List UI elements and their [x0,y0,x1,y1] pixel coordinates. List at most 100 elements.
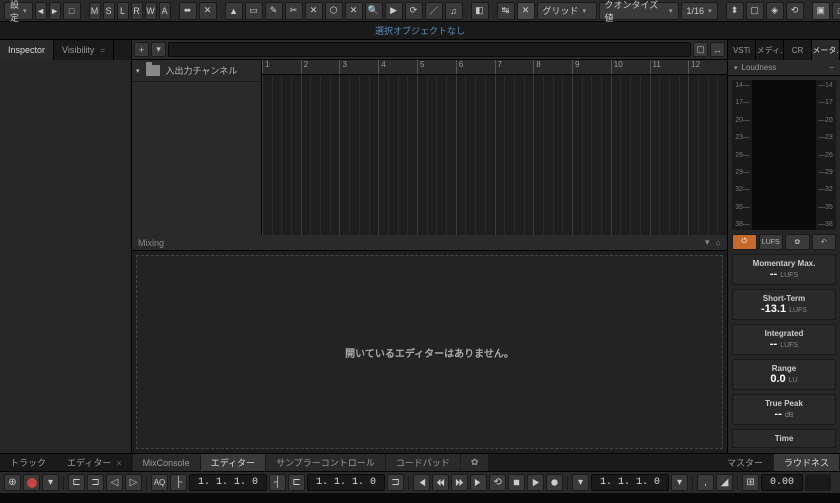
settings-dropdown[interactable]: 設定 [4,2,33,20]
mute-button[interactable]: M [89,2,101,20]
add-track-button[interactable]: + [134,42,149,57]
precount-button[interactable]: ▾ [42,474,59,491]
read-button[interactable]: R [131,2,143,20]
time-format-button[interactable]: ▾ [572,474,589,491]
history-fwd-button[interactable]: ► [49,2,61,20]
punch-in-button[interactable]: ◁ [106,474,123,491]
arrow-tool[interactable]: ▲ [225,2,243,20]
divider-dropdown-icon[interactable]: ▾ [705,237,710,248]
aq-button[interactable]: AQ [151,474,168,491]
cycle-prev-button[interactable]: ⊏ [288,474,305,491]
split-tool[interactable]: ✕ [305,2,323,20]
level-display[interactable]: 0.00 [761,474,803,491]
glue-tool[interactable]: ⬡ [325,2,343,20]
editor-tab[interactable]: エディター [201,454,265,471]
master-tab[interactable]: マスター [717,454,773,471]
event-grid[interactable] [262,75,727,235]
zone-bottom-button[interactable]: □ [832,2,840,20]
divider-bar[interactable]: Mixing ▾ ○ [132,235,727,251]
meter-tab[interactable]: メータ. [812,40,840,60]
goto-start-button[interactable] [413,474,430,491]
close-icon[interactable]: × [116,458,121,468]
primary-time-display[interactable]: 1. 1. 1. 0 [591,474,669,491]
misc-tool-3[interactable]: ◈ [766,2,784,20]
arrange-area[interactable]: 123456789101112 [262,60,727,235]
play-button[interactable] [527,474,544,491]
listen-button[interactable]: L [117,2,129,20]
marker-r-button[interactable]: ⊐ [87,474,104,491]
cycle-next-button[interactable]: ⊐ [387,474,404,491]
lufs-button[interactable]: LUFS [759,234,784,250]
track-config-button[interactable]: ▾ [151,42,166,57]
snap-toggle[interactable]: ✕ [517,2,535,20]
tempo-sym-button[interactable]: , [697,474,714,491]
tool-constrain-button[interactable]: ⬌ [179,2,197,20]
zone-left-button[interactable]: ▣ [812,2,830,20]
io-channel-folder[interactable]: ▾ 入出力チャンネル [132,60,261,82]
misc-tool-4[interactable]: ⟲ [786,2,804,20]
comp-tool[interactable]: ▶ [385,2,403,20]
stop-button[interactable] [508,474,525,491]
time-next-button[interactable]: ▾ [671,474,688,491]
vsti-tab[interactable]: VSTi [728,40,756,60]
draw-tool[interactable]: ✎ [265,2,283,20]
tool-crossfade-button[interactable]: ✕ [199,2,217,20]
tab-settings-button[interactable]: ✿ [461,454,489,471]
panel-toggle-button[interactable]: □ [63,2,81,20]
mute-tool[interactable]: ✕ [345,2,363,20]
range-tool[interactable]: ▭ [245,2,263,20]
punch-button[interactable] [23,474,40,491]
meter-settings-button[interactable]: ✿ [785,234,810,250]
record-button[interactable] [546,474,563,491]
inspector-tab[interactable]: Inspector [0,40,54,60]
visibility-tab[interactable]: Visibility= [54,40,114,60]
mixconsole-tab[interactable]: MixConsole [133,454,200,471]
play-tool[interactable]: ♫ [445,2,463,20]
misc-tool-1[interactable]: ⬍ [726,2,744,20]
line-tool[interactable]: ／ [425,2,443,20]
nudge-button[interactable]: ↹ [497,2,515,20]
ruler-mark: 12 [688,60,700,74]
chord-pad-tab[interactable]: コードパッド [386,454,460,471]
zoom-tool[interactable]: 🔍 [365,2,383,20]
timeline-ruler[interactable]: 123456789101112 [262,60,727,75]
locator-next-button[interactable]: ┤ [269,474,286,491]
write-button[interactable]: W [145,2,157,20]
left-locator-display[interactable]: 1. 1. 1. 0 [189,474,267,491]
constrain-button[interactable]: ⊕ [4,474,21,491]
editor-left-tab[interactable]: エディター× [57,454,132,471]
cycle-button[interactable]: ⟲ [489,474,506,491]
color-tool[interactable]: ◧ [471,2,489,20]
quantize-value-dropdown[interactable]: 1/16 [681,2,718,20]
solo-button[interactable]: S [103,2,115,20]
loudness-tab[interactable]: ラウドネス [774,454,839,471]
sampler-tab[interactable]: サンプラーコントロール [266,454,385,471]
meter-power-button[interactable]: ⏻ [732,234,757,250]
rewind-button[interactable] [432,474,449,491]
media-tab[interactable]: メディ. [756,40,784,60]
track-filter-button[interactable]: ▢ [693,42,708,57]
warp-tool[interactable]: ⟳ [405,2,423,20]
snap-type-dropdown[interactable]: グリッド [537,2,597,20]
automation-button[interactable]: A [159,2,171,20]
track-expand-button[interactable]: ↔ [710,42,725,57]
output-meter[interactable] [805,474,831,491]
erase-tool[interactable]: ✂ [285,2,303,20]
track-tab[interactable]: トラック [0,454,56,471]
sync-button[interactable]: ⊞ [742,474,759,491]
locator-prev-button[interactable]: ├ [170,474,187,491]
quantize-dropdown[interactable]: クオンタイズ値 [599,2,679,20]
forward-button[interactable] [451,474,468,491]
marker-l-button[interactable]: ⊏ [68,474,85,491]
punch-out-button[interactable]: ▷ [125,474,142,491]
metronome-button[interactable]: ◢ [716,474,733,491]
track-search-input[interactable] [168,42,691,57]
goto-end-button[interactable] [470,474,487,491]
cr-tab[interactable]: CR [784,40,812,60]
meter-reset-button[interactable]: ↶ [812,234,837,250]
history-back-button[interactable]: ◄ [35,2,47,20]
misc-tool-2[interactable]: ▢ [746,2,764,20]
divider-close-icon[interactable]: ○ [716,238,721,248]
loudness-header[interactable]: Loudness – [728,60,840,76]
right-locator-display[interactable]: 1. 1. 1. 0 [307,474,385,491]
